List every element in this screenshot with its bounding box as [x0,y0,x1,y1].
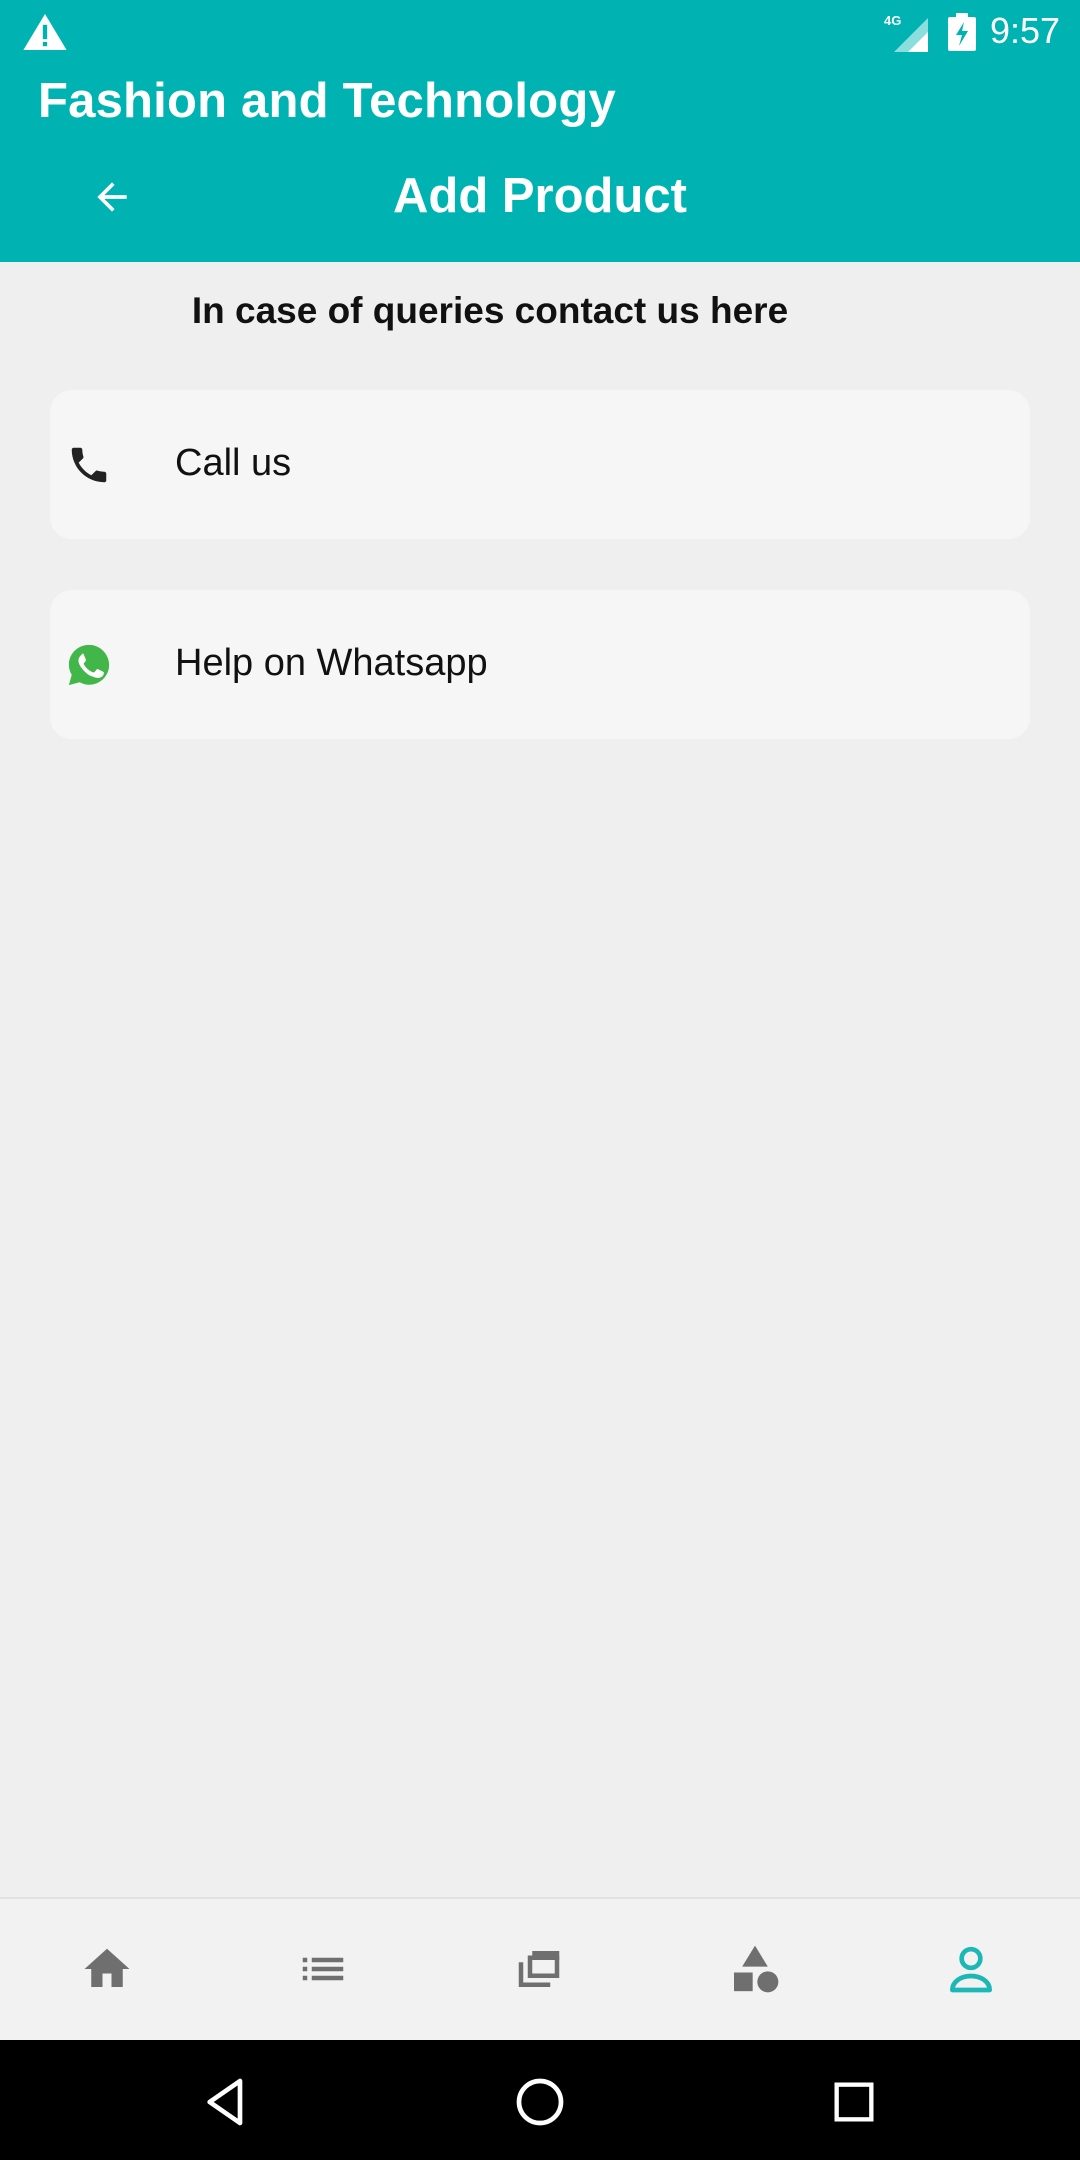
signal-icon: 4G [884,13,928,52]
whatsapp-option[interactable]: Help on Whatsapp [50,590,1030,739]
call-us-label: Call us [175,442,292,484]
status-time: 9:57 [990,10,1061,51]
profile-icon [950,1946,992,1993]
call-us-option[interactable]: Call us [50,390,1030,539]
nav-profile[interactable] [941,1939,1001,1999]
nav-list[interactable] [293,1939,353,1999]
system-back-button[interactable] [194,2070,258,2134]
warning-icon [23,14,67,50]
phone-icon [71,447,107,483]
app-bar: Fashion and Technology Add Product [0,63,1080,262]
system-recents-button[interactable] [822,2070,886,2134]
system-home-button[interactable] [508,2070,572,2134]
categories-icon [734,1945,779,1993]
network-label: 4G [884,13,901,28]
battery-charging-icon [948,13,976,51]
nav-categories[interactable] [725,1939,785,1999]
circle-home-icon [516,2078,564,2126]
home-icon [84,1948,130,1987]
contact-heading: In case of queries contact us here [191,290,789,331]
square-recents-icon [834,2082,874,2122]
nav-gallery[interactable] [509,1939,569,1999]
page-title: Add Product [393,169,687,223]
whatsapp-label: Help on Whatsapp [175,642,488,684]
list-icon [302,1957,344,1981]
nav-home[interactable] [77,1939,137,1999]
bottom-navigation [0,1897,1080,2042]
app-title: Fashion and Technology [38,74,616,128]
system-navigation-bar [0,2040,1080,2160]
triangle-back-icon [207,2078,243,2126]
gallery-icon [518,1951,560,1987]
status-bar: 4G 9:57 [0,0,1080,63]
whatsapp-icon [68,644,110,686]
